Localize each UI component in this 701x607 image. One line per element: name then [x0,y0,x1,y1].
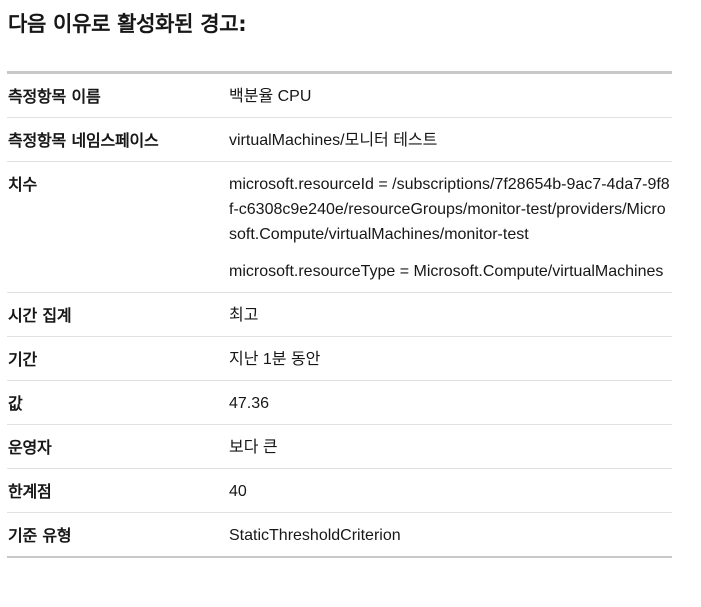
alert-details-page: 다음 이유로 활성화된 경고: 측정항목 이름 백분율 CPU 측정항목 네임스… [0,0,701,607]
metric-name-label: 측정항목 이름 [7,72,229,118]
metric-namespace-label: 측정항목 네임스페이스 [7,117,229,162]
metric-namespace-value: virtualMachines/모니터 테스트 [229,117,672,162]
threshold-value: 40 [229,468,672,513]
table-row: 기준 유형 StaticThresholdCriterion [7,513,672,558]
value-label: 값 [7,380,229,425]
metric-name-text: 백분율 CPU [229,88,312,105]
threshold-text: 40 [229,483,247,500]
operator-value: 보다 큰 [229,424,672,469]
table-row: 한계점 40 [7,468,672,513]
metric-name-value: 백분율 CPU [229,72,672,118]
operator-label: 운영자 [7,424,229,469]
operator-text: 보다 큰 [229,439,278,456]
table-row: 치수 microsoft.resourceId = /subscriptions… [7,161,672,293]
time-aggregation-label: 시간 집계 [7,292,229,337]
table-row: 값 47.36 [7,380,672,425]
value-text: 47.36 [229,395,270,412]
period-value: 지난 1분 동안 [229,336,672,381]
criterion-type-label: 기준 유형 [8,526,72,545]
table-row: 기간 지난 1분 동안 [7,336,672,381]
table-row: 측정항목 이름 백분율 CPU [7,72,672,118]
table-row: 측정항목 네임스페이스 virtualMachines/모니터 테스트 [7,117,672,162]
criterion-type-text: StaticThresholdCriterion [229,527,401,544]
alert-heading: 다음 이유로 활성화된 경고: [8,12,247,36]
table-row: 시간 집계 최고 [7,292,672,337]
dimension-resource-type: microsoft.resourceType = Microsoft.Compu… [229,263,664,280]
metric-namespace-text: virtualMachines/모니터 테스트 [229,132,438,149]
time-aggregation-value: 최고 [229,292,672,337]
alert-details-table: 측정항목 이름 백분율 CPU 측정항목 네임스페이스 virtualMachi… [7,71,672,558]
criterion-type-value: StaticThresholdCriterion [229,513,672,558]
dimensions-value: microsoft.resourceId = /subscriptions/7f… [229,161,672,293]
threshold-label: 한계점 [7,468,229,513]
dimensions-label: 치수 [7,161,229,293]
period-label: 기간 [7,336,229,381]
period-text: 지난 1분 동안 [229,351,321,368]
time-aggregation-text: 최고 [229,307,259,324]
dimension-resource-id: microsoft.resourceId = /subscriptions/7f… [229,176,670,243]
table-row: 운영자 보다 큰 [7,424,672,469]
value-value: 47.36 [229,380,672,425]
